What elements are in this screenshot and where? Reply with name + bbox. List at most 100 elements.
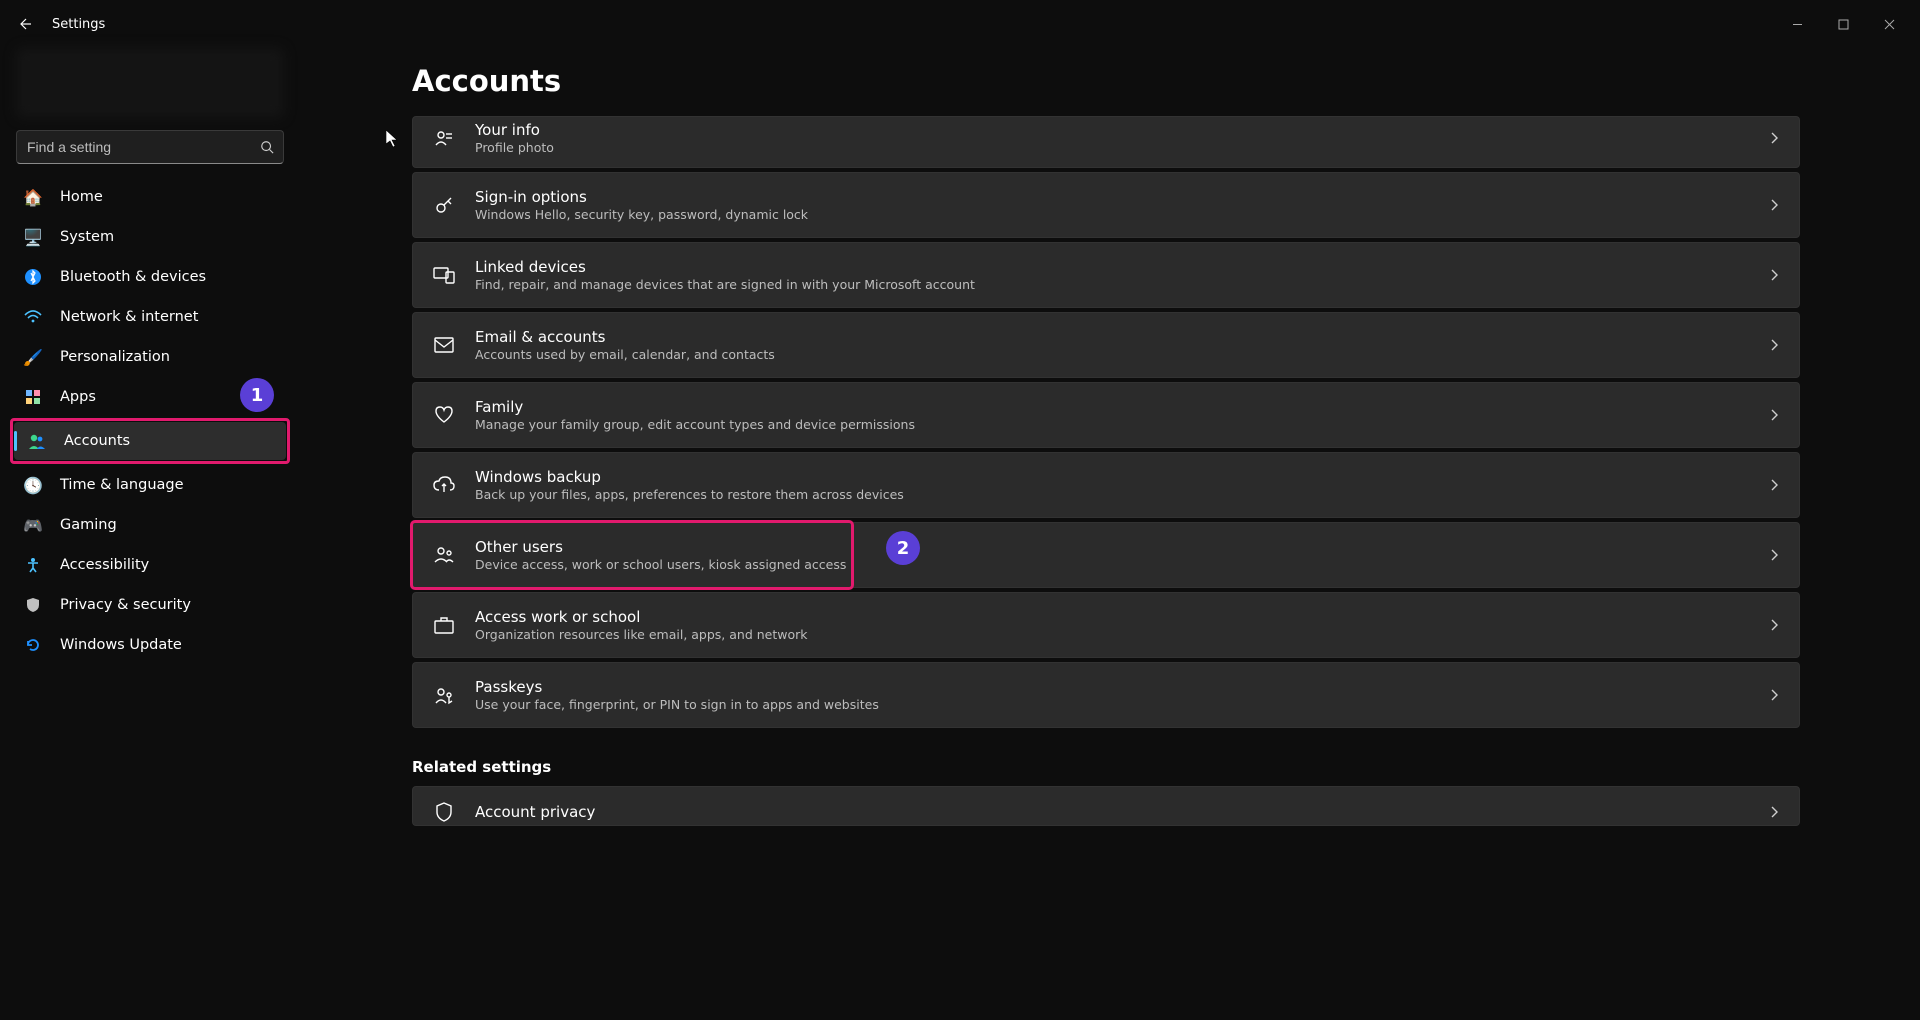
settings-item-title: Linked devices	[475, 258, 1749, 276]
settings-item-windows-backup[interactable]: Windows backup Back up your files, apps,…	[412, 452, 1800, 518]
settings-item-subtitle: Manage your family group, edit account t…	[475, 417, 1749, 432]
sidebar-item-label: Time & language	[60, 477, 184, 493]
settings-item-title: Access work or school	[475, 608, 1749, 626]
sidebar-item-label: Accounts	[64, 433, 130, 449]
title-bar: Settings	[0, 0, 1920, 48]
sidebar-item-accessibility[interactable]: Accessibility	[10, 546, 290, 584]
devices-icon	[433, 265, 455, 285]
mail-icon	[433, 337, 455, 353]
sidebar-item-label: Windows Update	[60, 637, 182, 653]
sidebar-item-label: Network & internet	[60, 309, 198, 325]
search-box	[16, 130, 284, 164]
search-input[interactable]	[16, 130, 284, 164]
settings-item-title: Your info	[475, 121, 1749, 139]
accessibility-icon	[22, 557, 44, 573]
other-users-icon	[433, 545, 455, 565]
sidebar-item-personalization[interactable]: 🖌️ Personalization	[10, 338, 290, 376]
annotation-highlight-sidebar: Accounts	[10, 418, 290, 464]
sidebar-item-bluetooth[interactable]: Bluetooth & devices	[10, 258, 290, 296]
related-settings-heading: Related settings	[412, 758, 1800, 776]
shield-icon	[433, 802, 455, 822]
search-icon	[260, 140, 274, 154]
maximize-icon	[1838, 19, 1849, 30]
sidebar-item-system[interactable]: 🖥️ System	[10, 218, 290, 256]
sidebar-item-label: Apps	[60, 389, 96, 405]
maximize-button[interactable]	[1820, 8, 1866, 40]
close-button[interactable]	[1866, 8, 1912, 40]
minimize-button[interactable]	[1774, 8, 1820, 40]
settings-item-subtitle: Back up your files, apps, preferences to…	[475, 487, 1749, 502]
settings-item-subtitle: Profile photo	[475, 140, 1749, 155]
sidebar-item-gaming[interactable]: 🎮 Gaming	[10, 506, 290, 544]
arrow-left-icon	[16, 16, 32, 32]
system-icon: 🖥️	[22, 228, 44, 247]
key-icon	[433, 195, 455, 215]
settings-item-access-work-school[interactable]: Access work or school Organization resou…	[412, 592, 1800, 658]
person-icon	[26, 432, 48, 450]
passkey-icon	[433, 685, 455, 705]
update-icon	[22, 637, 44, 653]
settings-list: Your info Profile photo Sign-in options …	[412, 116, 1800, 728]
sidebar-item-network[interactable]: Network & internet	[10, 298, 290, 336]
sidebar-item-accounts[interactable]: Accounts	[14, 422, 286, 460]
chevron-right-icon	[1769, 805, 1779, 819]
sidebar-item-label: Home	[60, 189, 103, 205]
sidebar-item-label: Accessibility	[60, 557, 149, 573]
chevron-right-icon	[1769, 198, 1779, 212]
settings-item-subtitle: Find, repair, and manage devices that ar…	[475, 277, 1749, 292]
cloud-sync-icon	[433, 476, 455, 494]
gamepad-icon: 🎮	[22, 516, 44, 535]
sidebar-item-label: System	[60, 229, 114, 245]
nav-list: 🏠 Home 🖥️ System Bluetooth & devices Net…	[10, 178, 290, 664]
person-card-icon	[433, 128, 455, 148]
settings-item-linked-devices[interactable]: Linked devices Find, repair, and manage …	[412, 242, 1800, 308]
settings-item-title: Windows backup	[475, 468, 1749, 486]
settings-item-other-users[interactable]: Other users Device access, work or schoo…	[412, 522, 1800, 588]
back-button[interactable]	[8, 8, 40, 40]
sidebar-item-time-language[interactable]: 🕓 Time & language	[10, 466, 290, 504]
briefcase-icon	[433, 616, 455, 634]
settings-item-title: Sign-in options	[475, 188, 1749, 206]
shield-icon	[22, 597, 44, 613]
sidebar-item-label: Gaming	[60, 517, 117, 533]
sidebar: 🏠 Home 🖥️ System Bluetooth & devices Net…	[0, 48, 300, 1020]
annotation-callout-1: 1	[240, 378, 274, 412]
profile-card[interactable]	[16, 48, 284, 118]
settings-item-title: Other users	[475, 538, 1749, 556]
sidebar-item-home[interactable]: 🏠 Home	[10, 178, 290, 216]
settings-item-passkeys[interactable]: Passkeys Use your face, fingerprint, or …	[412, 662, 1800, 728]
settings-item-subtitle: Organization resources like email, apps,…	[475, 627, 1749, 642]
settings-item-title: Family	[475, 398, 1749, 416]
chevron-right-icon	[1769, 338, 1779, 352]
sidebar-item-windows-update[interactable]: Windows Update	[10, 626, 290, 664]
chevron-right-icon	[1769, 548, 1779, 562]
sidebar-item-label: Personalization	[60, 349, 170, 365]
chevron-right-icon	[1769, 688, 1779, 702]
close-icon	[1884, 19, 1895, 30]
chevron-right-icon	[1769, 618, 1779, 632]
wifi-icon	[22, 310, 44, 324]
settings-item-account-privacy[interactable]: Account privacy	[412, 786, 1800, 826]
settings-item-subtitle: Device access, work or school users, kio…	[475, 557, 1749, 572]
annotation-callout-2: 2	[886, 531, 920, 565]
page-title: Accounts	[412, 64, 1800, 98]
apps-icon	[22, 389, 44, 405]
related-settings-list: Account privacy	[412, 786, 1800, 826]
settings-item-your-info[interactable]: Your info Profile photo	[412, 116, 1800, 168]
settings-item-email-accounts[interactable]: Email & accounts Accounts used by email,…	[412, 312, 1800, 378]
home-icon: 🏠	[22, 188, 44, 207]
settings-item-family[interactable]: Family Manage your family group, edit ac…	[412, 382, 1800, 448]
main-content: Accounts Your info Profile photo Sign-in…	[300, 48, 1920, 1020]
chevron-right-icon	[1769, 408, 1779, 422]
settings-item-subtitle: Windows Hello, security key, password, d…	[475, 207, 1749, 222]
settings-item-subtitle: Accounts used by email, calendar, and co…	[475, 347, 1749, 362]
sidebar-item-privacy[interactable]: Privacy & security	[10, 586, 290, 624]
chevron-right-icon	[1769, 478, 1779, 492]
sidebar-item-label: Privacy & security	[60, 597, 191, 613]
bluetooth-icon	[22, 269, 44, 285]
heart-people-icon	[433, 406, 455, 424]
chevron-right-icon	[1769, 131, 1779, 145]
settings-item-title: Passkeys	[475, 678, 1749, 696]
window-title: Settings	[52, 17, 105, 32]
settings-item-sign-in-options[interactable]: Sign-in options Windows Hello, security …	[412, 172, 1800, 238]
